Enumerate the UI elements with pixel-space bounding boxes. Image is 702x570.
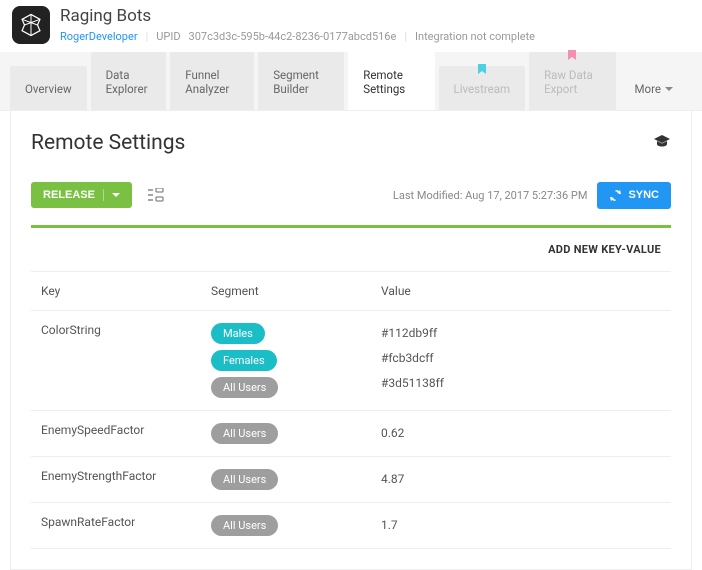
unity-icon bbox=[18, 12, 44, 38]
col-header-segment: Segment bbox=[211, 284, 381, 298]
table-row: ColorStringMales Females All Users #112db9f… bbox=[31, 311, 671, 411]
cell-segment: Males Females All Users bbox=[211, 323, 381, 398]
page-title: Remote Settings bbox=[31, 131, 185, 155]
cell-key: ColorString bbox=[41, 323, 211, 337]
bookmark-icon bbox=[567, 50, 577, 62]
table-row: SpawnRateFactorAll Users 1.7 bbox=[31, 503, 671, 549]
add-new-row: ADD NEW KEY-VALUE bbox=[31, 228, 671, 272]
tab-remote-settings[interactable]: Remote Settings bbox=[348, 52, 434, 110]
value-text: 0.62 bbox=[381, 426, 661, 440]
page-content: Remote Settings RELEASE Last Modified: A… bbox=[10, 111, 692, 570]
tab-more[interactable]: More bbox=[620, 66, 689, 110]
cell-segment: All Users bbox=[211, 423, 381, 444]
table-body: ColorStringMales Females All Users #112db9f… bbox=[31, 311, 671, 549]
unity-logo-icon bbox=[12, 6, 50, 44]
tab-livestream[interactable]: Livestream bbox=[439, 66, 526, 110]
segment-tag[interactable]: Males bbox=[211, 323, 265, 344]
cell-value: 0.62 bbox=[381, 423, 661, 440]
tab-raw-data-export[interactable]: Raw Data Export bbox=[529, 52, 615, 110]
app-header: Raging Bots RogerDeveloper | UPID 307c3d… bbox=[0, 0, 702, 52]
app-meta: RogerDeveloper | UPID 307c3d3c-595b-44c2… bbox=[60, 30, 535, 43]
segment-tag[interactable]: All Users bbox=[211, 423, 278, 444]
cell-segment: All Users bbox=[211, 469, 381, 490]
segment-tag[interactable]: Females bbox=[211, 350, 277, 371]
bookmark-icon bbox=[477, 64, 487, 76]
cell-key: SpawnRateFactor bbox=[41, 515, 211, 529]
value-text: #112db9ff bbox=[381, 326, 661, 340]
cell-segment: All Users bbox=[211, 515, 381, 536]
segment-tag[interactable]: All Users bbox=[211, 515, 278, 536]
tab-data-explorer[interactable]: Data Explorer bbox=[91, 52, 167, 110]
upid-label: UPID bbox=[156, 30, 180, 43]
cell-value: #112db9ff #fcb3dcff #3d51138ff bbox=[381, 323, 661, 390]
caret-down-icon bbox=[103, 189, 120, 201]
release-button[interactable]: RELEASE bbox=[31, 182, 132, 208]
table-row: EnemySpeedFactorAll Users 0.62 bbox=[31, 411, 671, 457]
col-header-key: Key bbox=[41, 284, 211, 298]
tab-funnel-analyzer[interactable]: Funnel Analyzer bbox=[170, 52, 254, 110]
last-modified: Last Modified: Aug 17, 2017 5:27:36 PM bbox=[393, 189, 588, 202]
tab-segment-builder[interactable]: Segment Builder bbox=[258, 52, 344, 110]
segment-tag[interactable]: All Users bbox=[211, 377, 278, 398]
tab-bar: Overview Data Explorer Funnel Analyzer S… bbox=[0, 52, 702, 111]
value-text: 1.7 bbox=[381, 518, 661, 532]
upid-value: 307c3d3c-595b-44c2-8236-0177abcd516e bbox=[189, 30, 397, 43]
table-header: Key Segment Value bbox=[31, 272, 671, 311]
cell-value: 1.7 bbox=[381, 515, 661, 532]
app-title: Raging Bots bbox=[60, 6, 535, 26]
value-text: 4.87 bbox=[381, 472, 661, 486]
action-bar: RELEASE Last Modified: Aug 17, 2017 5:27… bbox=[31, 181, 671, 209]
cell-value: 4.87 bbox=[381, 469, 661, 486]
value-text: #3d51138ff bbox=[381, 376, 661, 390]
table-row: EnemyStrengthFactorAll Users 4.87 bbox=[31, 457, 671, 503]
add-new-key-value-button[interactable]: ADD NEW KEY-VALUE bbox=[548, 243, 661, 256]
chevron-down-icon bbox=[665, 87, 673, 92]
tab-overview[interactable]: Overview bbox=[10, 66, 87, 110]
list-settings-icon[interactable] bbox=[142, 181, 170, 209]
sync-icon bbox=[609, 189, 622, 202]
cell-key: EnemyStrengthFactor bbox=[41, 469, 211, 483]
developer-link[interactable]: RogerDeveloper bbox=[60, 30, 138, 43]
sync-button[interactable]: SYNC bbox=[597, 182, 671, 209]
cell-key: EnemySpeedFactor bbox=[41, 423, 211, 437]
value-text: #fcb3dcff bbox=[381, 351, 661, 365]
graduation-cap-icon[interactable] bbox=[653, 134, 671, 152]
segment-tag[interactable]: All Users bbox=[211, 469, 278, 490]
col-header-value: Value bbox=[381, 284, 661, 298]
integration-status: Integration not complete bbox=[415, 30, 535, 43]
